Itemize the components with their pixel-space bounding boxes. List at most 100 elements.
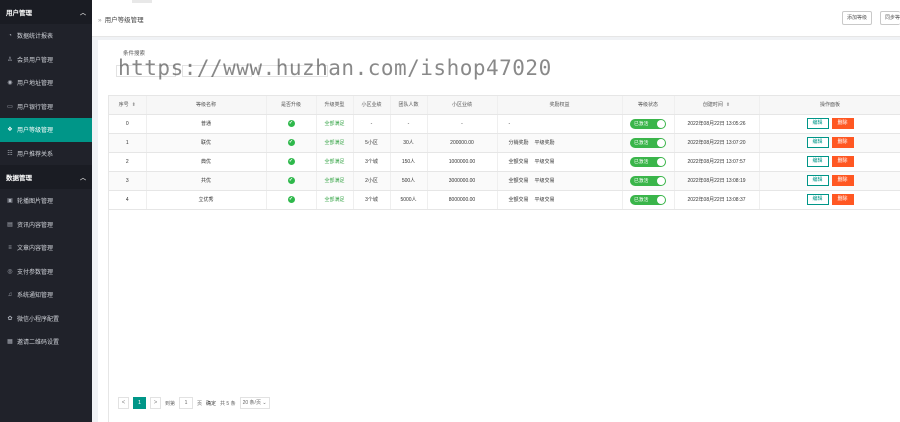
- goto-label: 到第: [165, 400, 176, 407]
- sidebar-item-address[interactable]: ◉ 用户地址管理: [0, 71, 92, 95]
- delete-button[interactable]: 删除: [831, 194, 854, 205]
- cell-amount: -: [427, 114, 498, 134]
- sidebar-item-miniprogram[interactable]: ✿ 微信小程序配置: [0, 307, 92, 331]
- col-header-time[interactable]: 创建时间 ⬍: [674, 96, 760, 115]
- chevron-up-icon: ︿: [79, 10, 86, 17]
- sidebar-item-bank[interactable]: ▭ 用户银行管理: [0, 95, 92, 119]
- check-circle-icon: ✓: [287, 120, 295, 127]
- per-page-select[interactable]: 20 条/页 ⌄: [239, 397, 270, 409]
- current-page[interactable]: 1: [133, 397, 146, 409]
- sidebar-item-news[interactable]: ▤ 资讯内容管理: [0, 213, 92, 237]
- pay-icon: ◎: [7, 268, 13, 275]
- cell-actions: 编辑 删除: [759, 152, 900, 172]
- sidebar-item-label: 数据统计报表: [17, 34, 54, 41]
- cell-team: 150人: [390, 152, 428, 172]
- right-tag: 平级交易: [534, 159, 555, 165]
- cell-rights: -: [497, 114, 623, 134]
- col-header-amount: 小区业绩: [427, 96, 498, 115]
- edit-button[interactable]: 编辑: [806, 175, 829, 186]
- breadcrumb: » 用户等级管理: [98, 14, 144, 24]
- col-header-team: 团队人数: [390, 96, 428, 115]
- status-toggle[interactable]: 已激活: [630, 194, 666, 205]
- sidebar-item-relations[interactable]: ☷ 用户推荐关系: [0, 142, 92, 166]
- cell-index: 0: [109, 114, 147, 134]
- cell-status: 已激活: [622, 133, 675, 153]
- sidebar-item-label: 系统通知管理: [17, 293, 54, 300]
- double-chevron-right-icon: »: [98, 17, 102, 24]
- sidebar-item-stats[interactable]: ◔ 数据统计报表: [0, 24, 92, 48]
- news-icon: ▤: [7, 221, 13, 228]
- sidebar-item-banners[interactable]: ▣ 轮播图片管理: [0, 189, 92, 213]
- cell-index: 2: [109, 152, 147, 172]
- delete-button[interactable]: 删除: [831, 118, 854, 129]
- sidebar-item-articles[interactable]: ≡ 文章内容管理: [0, 236, 92, 260]
- confirm-button[interactable]: 确定: [206, 400, 216, 407]
- edit-button[interactable]: 编辑: [806, 194, 829, 205]
- cell-team: 5000人: [390, 190, 428, 210]
- cell-amount: 8000000.00: [427, 190, 498, 210]
- sidebar-item-levels[interactable]: ❖ 用户等级管理: [0, 118, 92, 142]
- cell-index: 3: [109, 171, 147, 191]
- cell-amount: 200000.00: [427, 133, 498, 153]
- sidebar-item-payment[interactable]: ◎ 支付参数管理: [0, 260, 92, 284]
- cell-amount: 1000000.00: [427, 152, 498, 172]
- tab-indicator: [132, 0, 152, 3]
- cell-actions: 编辑 删除: [759, 114, 900, 134]
- sidebar-item-members[interactable]: ♙ 会员用户管理: [0, 48, 92, 72]
- check-circle-icon: ✓: [287, 139, 295, 146]
- cell-name: 普通: [146, 114, 267, 134]
- col-header-upgrade: 是否升级: [266, 96, 317, 115]
- sidebar-group-data[interactable]: 数据管理 ︿: [0, 165, 92, 189]
- goto-page-input[interactable]: 1: [179, 397, 194, 409]
- chart-icon: ◔: [8, 32, 12, 39]
- sidebar: 用户管理 ︿ ◔ 数据统计报表 ♙ 会员用户管理 ◉ 用户地址管理 ▭ 用户银行管理 ❖…: [0, 0, 92, 422]
- status-toggle[interactable]: 已激活: [630, 175, 666, 186]
- cell-name: 共优: [146, 171, 267, 191]
- cell-perf: -: [353, 114, 391, 134]
- chevron-down-icon: ⌄: [262, 400, 267, 406]
- delete-button[interactable]: 删除: [831, 156, 854, 167]
- col-header-perf: 小区业绩: [353, 96, 391, 115]
- check-circle-icon: ✓: [287, 177, 295, 184]
- cell-index: 1: [109, 133, 147, 153]
- sidebar-group-label: 用户管理: [6, 10, 32, 17]
- col-header-index[interactable]: 序号 ⬍: [109, 96, 147, 115]
- sidebar-item-label: 支付参数管理: [17, 269, 54, 276]
- right-tag: 全额交易: [508, 159, 529, 165]
- status-toggle[interactable]: 已激活: [630, 156, 666, 167]
- add-level-button[interactable]: 添加等级: [842, 11, 873, 25]
- sidebar-item-qrcode[interactable]: ▦ 邀请二维码设置: [0, 330, 92, 354]
- sort-icon: ⬍: [131, 102, 136, 109]
- sidebar-item-notices[interactable]: ♫ 系统通知管理: [0, 283, 92, 307]
- wechat-icon: ✿: [7, 315, 13, 322]
- sync-button[interactable]: 同步等: [880, 11, 900, 25]
- toggle-knob: [657, 138, 665, 147]
- cell-perf: 5小区: [353, 133, 391, 153]
- table-row: 2 典优 ✓ 全部满足 3个城 150人 1000000.00 全额交易 平级交易 已激活 2022…: [109, 152, 900, 172]
- cell-time: 2022年08月22日 13:08:37: [674, 190, 760, 210]
- right-tag: 分销奖励: [508, 140, 529, 146]
- delete-button[interactable]: 删除: [831, 137, 854, 148]
- cell-status: 已激活: [622, 171, 675, 191]
- table-header-row: 序号 ⬍ 等级名称 是否升级 升级类型 小区业绩 团队人数 小区业绩 奖励权益 等…: [109, 96, 900, 115]
- location-icon: ◉: [7, 80, 13, 87]
- sidebar-item-label: 轮播图片管理: [17, 199, 54, 206]
- toggle-knob: [657, 195, 665, 204]
- edit-button[interactable]: 编辑: [806, 137, 829, 148]
- edit-button[interactable]: 编辑: [806, 156, 829, 167]
- table-row: 1 联优 ✓ 全部满足 5小区 30人 200000.00 分销奖励 平级奖励 已激活 2022年0…: [109, 133, 900, 153]
- bell-icon: ♫: [7, 291, 13, 298]
- status-toggle[interactable]: 已激活: [630, 118, 666, 129]
- cell-type: 全部满足: [316, 171, 354, 191]
- sidebar-group-user[interactable]: 用户管理 ︿: [0, 0, 92, 24]
- edit-button[interactable]: 编辑: [806, 118, 829, 129]
- delete-button[interactable]: 删除: [831, 175, 854, 186]
- status-toggle[interactable]: 已激活: [630, 137, 666, 148]
- toggle-knob: [657, 157, 665, 166]
- prev-page-button[interactable]: <: [118, 397, 129, 409]
- image-icon: ▣: [7, 198, 13, 205]
- next-page-button[interactable]: >: [150, 397, 161, 409]
- cell-time: 2022年08月22日 13:08:19: [674, 171, 760, 191]
- cell-upgrade: ✓: [266, 152, 317, 172]
- cell-rights: 全额交易 平级交易: [497, 152, 623, 172]
